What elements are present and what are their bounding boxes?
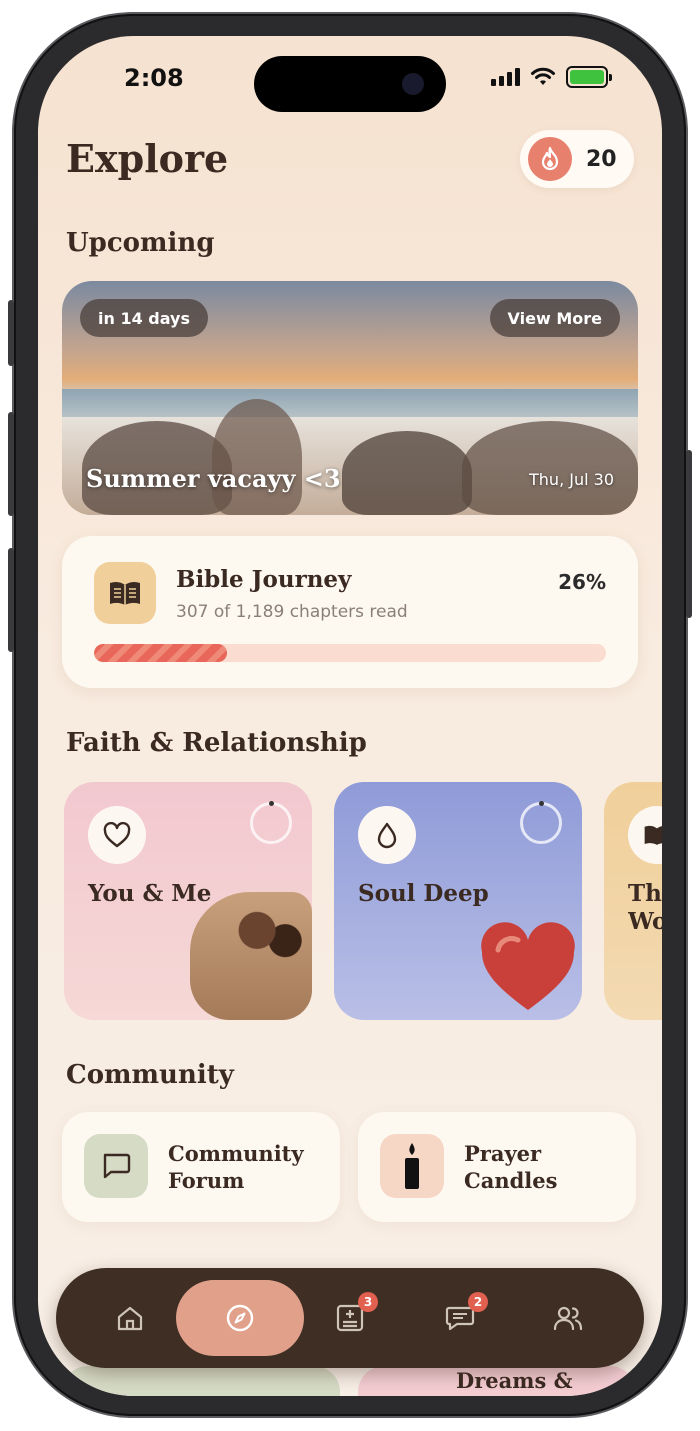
side-button-power	[686, 450, 692, 618]
screen: 2:08 Explore 20 Upcoming in 14 days View…	[38, 36, 662, 1396]
tab-messages[interactable]: 2	[422, 1280, 498, 1356]
section-title-community: Community	[66, 1060, 234, 1090]
event-photo-sea	[62, 389, 638, 419]
candle-icon	[380, 1134, 444, 1198]
faith-card-title: Thr Wo	[628, 880, 662, 935]
compass-icon	[226, 1304, 254, 1332]
event-countdown: in 14 days	[80, 299, 208, 337]
heart-illustration	[481, 922, 575, 1010]
faith-card-you-and-me[interactable]: You & Me	[64, 782, 312, 1020]
peek-card-right-label: Dreams &	[456, 1368, 573, 1393]
couple-illustration	[190, 892, 312, 1020]
camera-icon	[402, 73, 424, 95]
peek-card-left[interactable]	[62, 1366, 340, 1396]
messages-badge: 2	[468, 1292, 488, 1312]
streak-badge[interactable]: 20	[520, 130, 634, 188]
book-icon	[94, 562, 156, 624]
section-title-upcoming: Upcoming	[66, 228, 215, 258]
progress-ring-icon	[250, 801, 292, 844]
tab-bar: 3 2	[56, 1268, 644, 1368]
people-icon	[553, 1306, 583, 1331]
tab-friends[interactable]	[530, 1280, 606, 1356]
event-photo-people	[462, 421, 638, 515]
faith-card-title: You & Me	[88, 880, 212, 907]
status-time: 2:08	[124, 64, 184, 92]
heart-icon	[88, 806, 146, 864]
bible-journey-card[interactable]: Bible Journey 307 of 1,189 chapters read…	[62, 536, 638, 688]
streak-count: 20	[586, 146, 617, 172]
tab-explore[interactable]	[176, 1280, 304, 1356]
dynamic-island	[254, 56, 446, 112]
event-photo-people	[212, 399, 302, 515]
tab-home[interactable]	[92, 1280, 168, 1356]
bible-progress-fill	[94, 644, 228, 662]
community-forum-card[interactable]: Community Forum	[62, 1112, 340, 1222]
bible-journey-title: Bible Journey	[176, 566, 352, 593]
progress-ring-icon	[520, 801, 562, 844]
section-title-faith: Faith & Relationship	[66, 728, 367, 758]
bible-progress-bar	[94, 644, 606, 662]
battery-icon	[566, 66, 612, 88]
community-forum-label: Community Forum	[168, 1141, 304, 1193]
prayer-candles-label: Prayer Candles	[464, 1141, 558, 1193]
side-button-mute	[8, 300, 14, 366]
wifi-icon	[531, 67, 555, 85]
side-button-volume-up	[8, 412, 14, 516]
faith-card-soul-deep[interactable]: Soul Deep	[334, 782, 582, 1020]
event-date: Thu, Jul 30	[529, 470, 614, 489]
book-icon	[628, 806, 662, 864]
bible-journey-percent: 26%	[558, 570, 606, 594]
status-icons	[491, 66, 612, 88]
page-title: Explore	[66, 136, 229, 181]
journal-badge: 3	[358, 1292, 378, 1312]
faith-card-title: Soul Deep	[358, 880, 489, 907]
chat-icon	[84, 1134, 148, 1198]
faith-card-third[interactable]: Thr Wo	[604, 782, 662, 1020]
event-name: Summer vacayy <3	[86, 464, 341, 493]
event-card[interactable]: in 14 days View More Summer vacayy <3 Th…	[62, 281, 638, 515]
prayer-candles-card[interactable]: Prayer Candles	[358, 1112, 636, 1222]
home-icon	[117, 1306, 143, 1331]
signal-icon	[491, 68, 520, 86]
bible-journey-subtitle: 307 of 1,189 chapters read	[176, 602, 408, 622]
drop-icon	[358, 806, 416, 864]
view-more-button[interactable]: View More	[489, 299, 620, 337]
tab-journal[interactable]: 3	[312, 1280, 388, 1356]
flame-icon	[528, 137, 572, 181]
side-button-volume-down	[8, 548, 14, 652]
event-photo-people	[342, 431, 472, 515]
